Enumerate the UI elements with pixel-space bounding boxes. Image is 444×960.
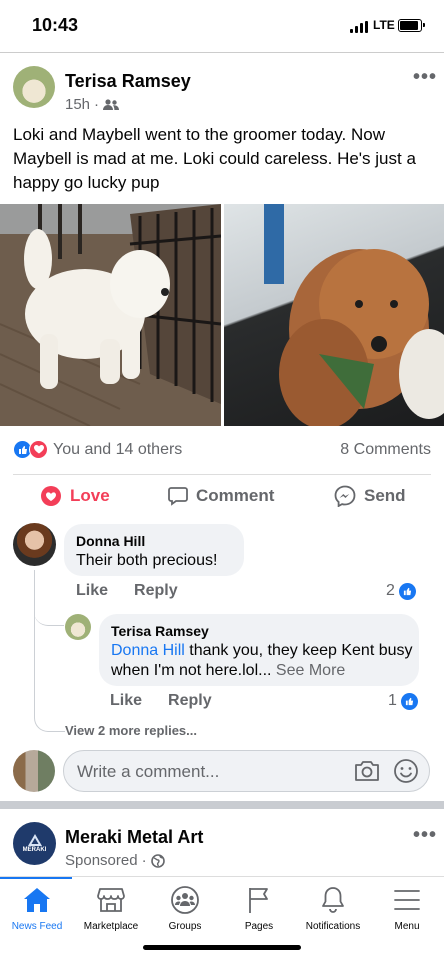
network-label: LTE [373,18,395,32]
post-photo-dog-in-car[interactable] [224,204,444,426]
meraki-logo-icon [27,834,42,846]
see-more-link[interactable]: See More [276,662,345,679]
divider [13,474,431,475]
comment-input-placeholder: Write a comment... [77,762,220,781]
love-icon [41,486,61,506]
like-reaction-icon [398,582,416,600]
tab-pages[interactable]: Pages [222,885,296,932]
reply-author[interactable]: Terisa Ramsey [111,623,209,639]
friends-icon[interactable] [103,98,120,111]
camera-icon[interactable] [354,759,380,783]
battery-icon [398,19,425,32]
hamburger-icon [392,885,422,915]
reply-reaction-number: 1 [388,692,397,709]
status-time: 10:43 [32,15,79,35]
divider [0,52,444,53]
emoji-icon[interactable] [393,758,419,784]
comment-text: Their both precious! [76,552,218,569]
dog-photo-illustration [264,204,444,426]
comment-bubble: Donna Hill Their both precious! [64,524,244,576]
post-author[interactable]: Terisa Ramsey [65,71,191,92]
send-button[interactable]: Send [334,482,406,510]
tab-label: Marketplace [83,921,139,932]
sponsored-label: Sponsored [65,852,138,869]
author-avatar[interactable] [13,66,55,108]
reply-like-button[interactable]: Like [110,692,142,710]
groups-icon [170,885,200,915]
messenger-icon [334,485,356,507]
comment-author[interactable]: Donna Hill [76,533,145,549]
tab-label: News Feed [11,921,63,932]
post-photo-dog-on-porch[interactable] [0,204,221,426]
reply-text-block: Donna Hill thank you, they keep Kent bus… [111,641,416,681]
dog-photo-illustration [0,204,221,426]
post-timestamp[interactable]: 15h [65,96,90,113]
reply-mention-link[interactable]: Donna Hill [111,642,185,659]
comment-reply-button[interactable]: Reply [134,582,178,600]
reactions-text: You and 14 others [53,440,183,458]
tab-news-feed[interactable]: News Feed [0,885,74,932]
home-icon [22,885,52,915]
sponsor-logo[interactable]: MERAKI [13,822,56,865]
meta-separator: · [141,852,147,869]
signal-icon [350,21,368,33]
post-meta: 15h · [65,96,120,113]
comment-like-button[interactable]: Like [76,582,108,600]
active-tab-indicator [0,877,72,879]
reply-bubble: Terisa Ramsey Donna Hill thank you, they… [99,614,419,686]
bell-icon [318,885,348,915]
home-indicator[interactable] [143,945,301,950]
reply-reply-button[interactable]: Reply [168,692,212,710]
store-icon [96,885,126,915]
comment-input[interactable]: Write a comment... [63,750,430,792]
tab-marketplace[interactable]: Marketplace [74,885,148,932]
comments-count[interactable]: 8 Comments [340,441,431,459]
tab-groups[interactable]: Groups [148,885,222,932]
reply-reaction-count[interactable]: 1 [388,692,418,710]
current-user-avatar [13,750,55,792]
comment-button[interactable]: Comment [168,482,274,510]
love-button[interactable]: Love [40,482,110,510]
sponsor-name[interactable]: Meraki Metal Art [65,827,203,848]
tab-menu[interactable]: Menu [370,885,444,932]
sponsor-logo-text: MERAKI [22,847,47,853]
meta-separator: · [94,96,100,113]
tab-notifications[interactable]: Notifications [296,885,370,932]
more-options-icon[interactable]: ••• [413,66,437,89]
view-more-replies-link[interactable]: View 2 more replies... [65,723,201,738]
comment-actions: Like Reply [76,582,178,600]
flag-icon [244,885,274,915]
tab-label: Notifications [305,921,361,932]
tab-label: Menu [394,921,420,932]
status-bar: 10:43 LTE [0,0,444,52]
reply-avatar[interactable] [65,614,91,640]
comment-reaction-number: 2 [386,582,395,599]
love-label: Love [70,486,110,505]
reactions-summary[interactable]: You and 14 others [13,440,182,459]
reply-actions: Like Reply [110,692,212,710]
comment-reaction-count[interactable]: 2 [386,582,416,600]
globe-icon [150,853,165,868]
thread-branch [34,600,64,626]
tab-label: Pages [244,921,274,932]
sponsor-meta: Sponsored · [65,852,165,869]
tab-label: Groups [168,921,202,932]
like-reaction-icon [400,692,418,710]
comment-icon [168,487,188,506]
more-options-icon[interactable]: ••• [413,824,437,847]
comment-label: Comment [196,486,275,505]
send-label: Send [364,486,406,505]
feed-separator [0,801,444,809]
post-text: Loki and Maybell went to the groomer tod… [13,125,416,192]
love-reaction-icon [29,440,48,459]
commenter-avatar[interactable] [13,523,56,566]
